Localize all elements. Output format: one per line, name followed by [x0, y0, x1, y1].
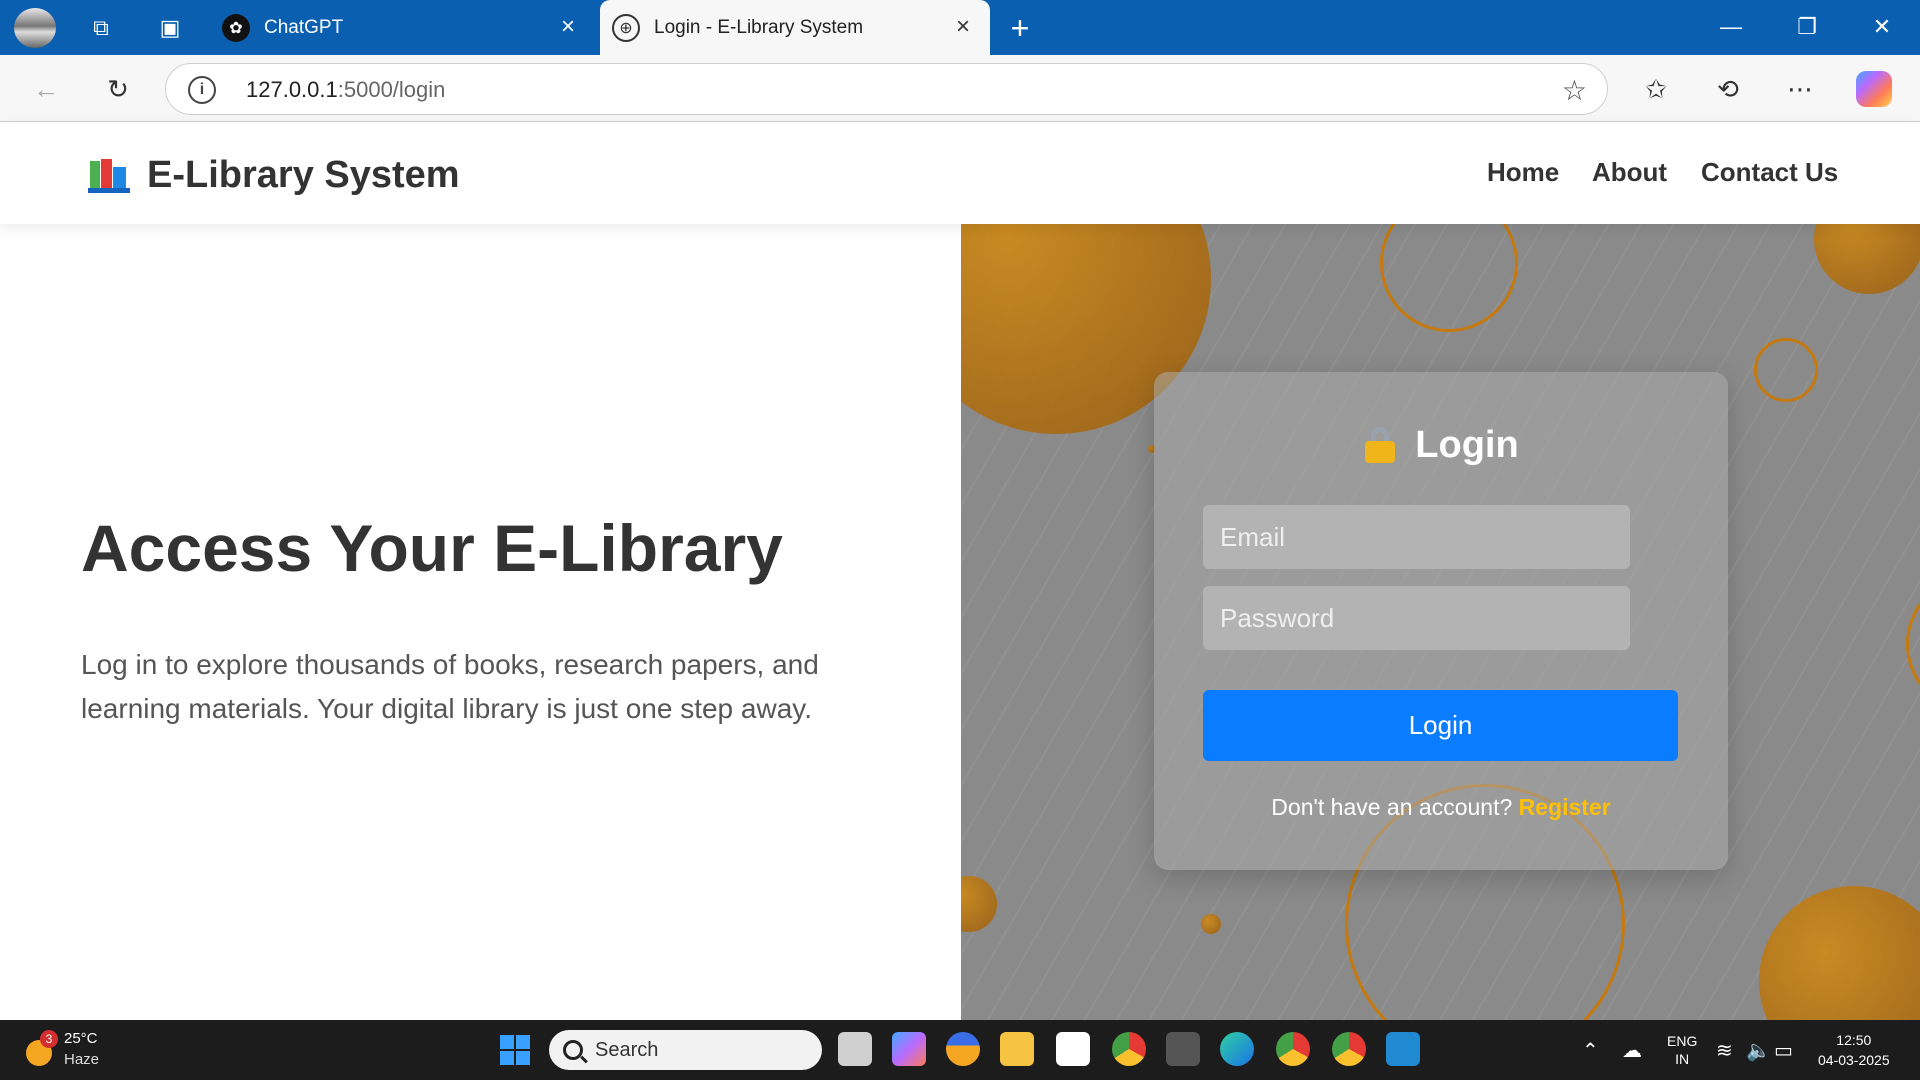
favorites-icon[interactable]: ✩ [1636, 69, 1676, 109]
language-indicator[interactable]: ENG IN [1667, 1032, 1697, 1068]
address-bar[interactable]: i 127.0.0.1:5000/login ☆ [165, 63, 1608, 115]
chrome-profile-icon[interactable] [1276, 1032, 1310, 1066]
vscode-icon[interactable] [1386, 1032, 1420, 1066]
chrome-profile-2-icon[interactable] [1332, 1032, 1366, 1066]
taskbar-search[interactable]: Search [549, 1030, 822, 1070]
taskbar: 3 25°C Haze Search ⌃ ☁ ENG IN ≋ 🔈 ▭ 12:50… [0, 1020, 1920, 1080]
password-field[interactable] [1203, 586, 1630, 650]
decor-dot [1201, 914, 1221, 934]
store-icon[interactable] [1056, 1032, 1090, 1066]
profile-avatar[interactable] [14, 8, 56, 48]
search-label: Search [595, 1038, 659, 1061]
register-prompt: Don't have an account? [1271, 794, 1513, 820]
edge-icon[interactable] [1220, 1032, 1254, 1066]
refresh-icon[interactable]: ↻ [98, 69, 138, 109]
site-header: E-Library System Home About Contact Us [0, 122, 1920, 224]
login-button[interactable]: Login [1203, 690, 1678, 761]
back-icon[interactable]: ← [26, 69, 66, 109]
globe-icon: ⊕ [612, 13, 640, 42]
lock-icon [1363, 427, 1397, 463]
history-icon[interactable]: ⟲ [1708, 69, 1748, 109]
login-panel: Login Login Don't have an account? Regis… [961, 224, 1920, 1020]
chevron-up-icon[interactable]: ⌃ [1582, 1038, 1599, 1063]
nav-contact-us[interactable]: Contact Us [1701, 157, 1838, 188]
restore-button[interactable]: ❐ [1784, 8, 1830, 46]
tab-label: Login - E-Library System [654, 16, 864, 38]
weather-condition[interactable]: Haze [64, 1051, 99, 1068]
task-view-icon[interactable] [838, 1032, 872, 1066]
tab-login[interactable]: ⊕ Login - E-Library System × [600, 0, 990, 55]
nav-home[interactable]: Home [1487, 157, 1559, 188]
close-icon[interactable]: × [948, 12, 978, 42]
star-icon[interactable]: ☆ [1562, 74, 1587, 107]
chatgpt-icon: ✿ [222, 13, 250, 42]
register-link[interactable]: Register [1519, 794, 1611, 820]
tab-chatgpt[interactable]: ✿ ChatGPT × [210, 0, 595, 55]
workspaces-icon[interactable]: ⧉ [85, 12, 117, 44]
badge-app-icon[interactable] [946, 1032, 980, 1066]
email-field[interactable] [1203, 505, 1630, 569]
search-icon [563, 1040, 583, 1060]
close-window-button[interactable]: ✕ [1859, 8, 1905, 46]
more-icon[interactable]: ⋯ [1780, 69, 1820, 109]
info-icon[interactable]: i [188, 76, 216, 104]
chrome-icon[interactable] [1112, 1032, 1146, 1066]
hero-title: Access Your E-Library [81, 511, 783, 585]
browser-titlebar: ⧉ ▣ ✿ ChatGPT × ⊕ Login - E-Library Syst… [0, 0, 1920, 55]
weather-icon[interactable]: 3 [22, 1030, 62, 1070]
hero-text: Log in to explore thousands of books, re… [81, 649, 819, 724]
nav-about[interactable]: About [1592, 157, 1667, 188]
wifi-icon[interactable]: ≋ [1716, 1038, 1733, 1063]
start-icon[interactable] [500, 1035, 530, 1065]
battery-icon[interactable]: ▭ [1774, 1038, 1793, 1063]
url-text[interactable]: 127.0.0.1:5000/login [246, 77, 445, 103]
tab-label: ChatGPT [264, 16, 344, 38]
copilot-icon[interactable] [1856, 71, 1892, 107]
weather-badge: 3 [40, 1030, 58, 1048]
minimize-button[interactable]: — [1708, 8, 1754, 46]
new-tab-button[interactable]: + [1002, 10, 1038, 46]
register-line: Don't have an account? Register [1154, 794, 1728, 821]
address-toolbar: ← ↻ i 127.0.0.1:5000/login ☆ ✩ ⟲ ⋯ [0, 55, 1920, 122]
file-explorer-icon[interactable] [1000, 1032, 1034, 1066]
temperature[interactable]: 25°C [64, 1030, 98, 1047]
close-icon[interactable]: × [553, 12, 583, 42]
decor-ring [1754, 338, 1818, 402]
books-icon [88, 159, 130, 193]
clock[interactable]: 12:50 04-03-2025 [1818, 1030, 1890, 1070]
brand-title[interactable]: E-Library System [147, 154, 460, 197]
onedrive-icon[interactable]: ☁ [1622, 1038, 1642, 1063]
tab-actions-icon[interactable]: ▣ [154, 12, 186, 44]
volume-icon[interactable]: 🔈 [1746, 1038, 1771, 1063]
login-heading: Login [1154, 424, 1728, 467]
login-card: Login Login Don't have an account? Regis… [1154, 372, 1728, 870]
copilot-app-icon[interactable] [892, 1032, 926, 1066]
calculator-icon[interactable] [1166, 1032, 1200, 1066]
